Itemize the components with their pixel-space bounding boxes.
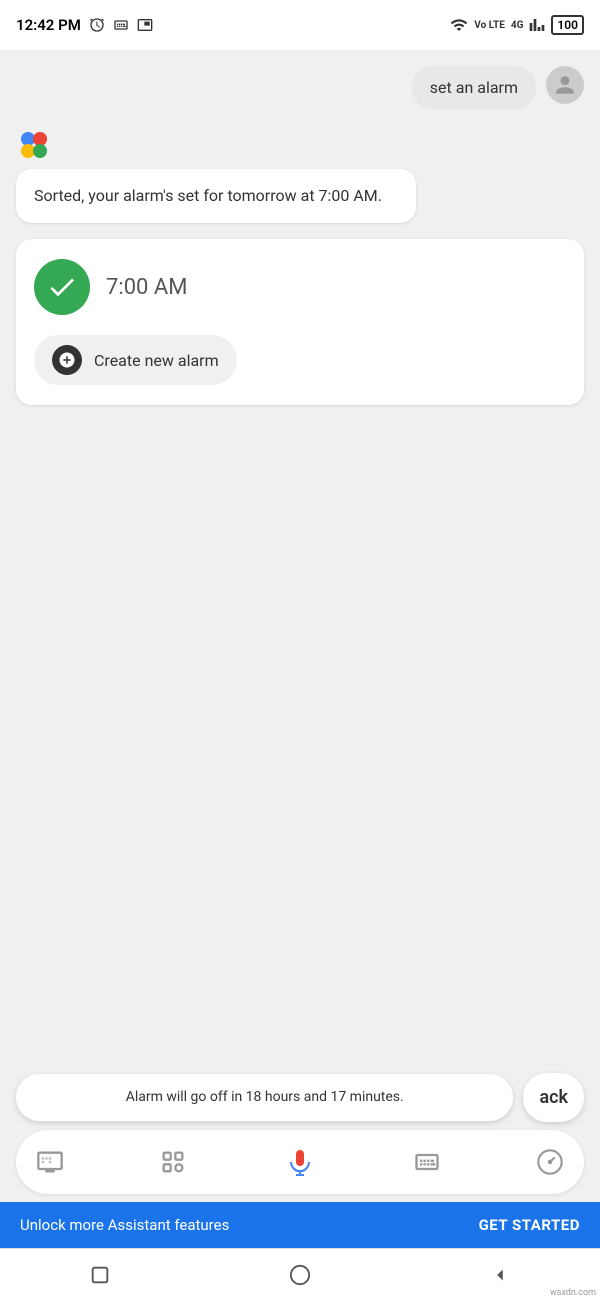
lens-icon[interactable] xyxy=(155,1144,191,1180)
media-icon[interactable] xyxy=(32,1144,68,1180)
compass-icon[interactable] xyxy=(532,1144,568,1180)
microphone-icon xyxy=(282,1144,318,1180)
wifi-icon xyxy=(450,16,468,34)
alarm-time-row: 7:00 AM xyxy=(34,259,566,315)
assistant-response-section: Sorted, your alarm's set for tomorrow at… xyxy=(16,125,584,223)
alarm-check-icon xyxy=(34,259,90,315)
keyboard-icon xyxy=(113,17,129,33)
home-button[interactable] xyxy=(280,1255,320,1295)
battery-indicator: 100 xyxy=(551,15,584,35)
back-button[interactable] xyxy=(480,1255,520,1295)
nav-bar xyxy=(0,1248,600,1300)
add-icon xyxy=(58,351,76,369)
alarm-card: 7:00 AM Create new alarm xyxy=(16,239,584,405)
user-avatar xyxy=(546,66,584,104)
user-message-row: set an alarm xyxy=(16,66,584,109)
4g-badge: 4G xyxy=(511,20,524,31)
alarm-clock-icon xyxy=(89,17,105,33)
create-alarm-label: Create new alarm xyxy=(94,351,219,370)
notification-row: Alarm will go off in 18 hours and 17 min… xyxy=(0,1073,600,1122)
alarm-plus-icon xyxy=(52,345,82,375)
banner-text: Unlock more Assistant features xyxy=(20,1216,229,1234)
google-dots-icon xyxy=(16,125,52,161)
person-icon xyxy=(554,74,576,96)
watermark: wsxdn.com xyxy=(550,1288,596,1298)
ack-text: ack xyxy=(539,1087,568,1108)
status-left: 12:42 PM xyxy=(16,16,153,34)
user-message-text: set an alarm xyxy=(430,78,518,97)
pip-icon xyxy=(137,17,153,33)
assistant-bubble: Sorted, your alarm's set for tomorrow at… xyxy=(16,169,416,223)
assistant-banner[interactable]: Unlock more Assistant features GET START… xyxy=(0,1202,600,1248)
google-assistant-logo xyxy=(16,125,584,161)
chat-area: set an alarm Sorted, your alarm's set fo… xyxy=(0,50,600,990)
user-bubble: set an alarm xyxy=(412,66,536,109)
scan-icon xyxy=(159,1148,187,1176)
input-bar xyxy=(16,1130,584,1194)
home-icon xyxy=(289,1264,311,1286)
bottom-area: Alarm will go off in 18 hours and 17 min… xyxy=(0,1073,600,1300)
banner-cta[interactable]: GET STARTED xyxy=(479,1216,580,1234)
status-bar: 12:42 PM Vo LTE 4G 100 xyxy=(0,0,600,50)
assistant-response-text: Sorted, your alarm's set for tomorrow at… xyxy=(34,186,382,205)
recents-button[interactable] xyxy=(80,1255,120,1295)
tv-icon xyxy=(36,1148,64,1176)
keyboard-input-icon[interactable] xyxy=(409,1144,445,1180)
back-icon xyxy=(489,1264,511,1286)
create-alarm-button[interactable]: Create new alarm xyxy=(34,335,237,385)
alarm-time-text: 7:00 AM xyxy=(106,275,187,300)
signal-icon xyxy=(529,17,545,33)
status-time: 12:42 PM xyxy=(16,16,81,34)
alarm-notification-text: Alarm will go off in 18 hours and 17 min… xyxy=(126,1089,404,1105)
compass-discover-icon xyxy=(536,1148,564,1176)
checkmark-icon xyxy=(46,271,78,303)
status-right: Vo LTE 4G 100 xyxy=(450,15,584,35)
volte-badge: Vo LTE xyxy=(474,20,505,31)
keyboard-icon-input xyxy=(413,1148,441,1176)
recents-icon xyxy=(89,1264,111,1286)
mic-button[interactable] xyxy=(278,1140,322,1184)
alarm-notification-bubble: Alarm will go off in 18 hours and 17 min… xyxy=(16,1074,513,1122)
ack-bubble[interactable]: ack xyxy=(523,1073,584,1122)
